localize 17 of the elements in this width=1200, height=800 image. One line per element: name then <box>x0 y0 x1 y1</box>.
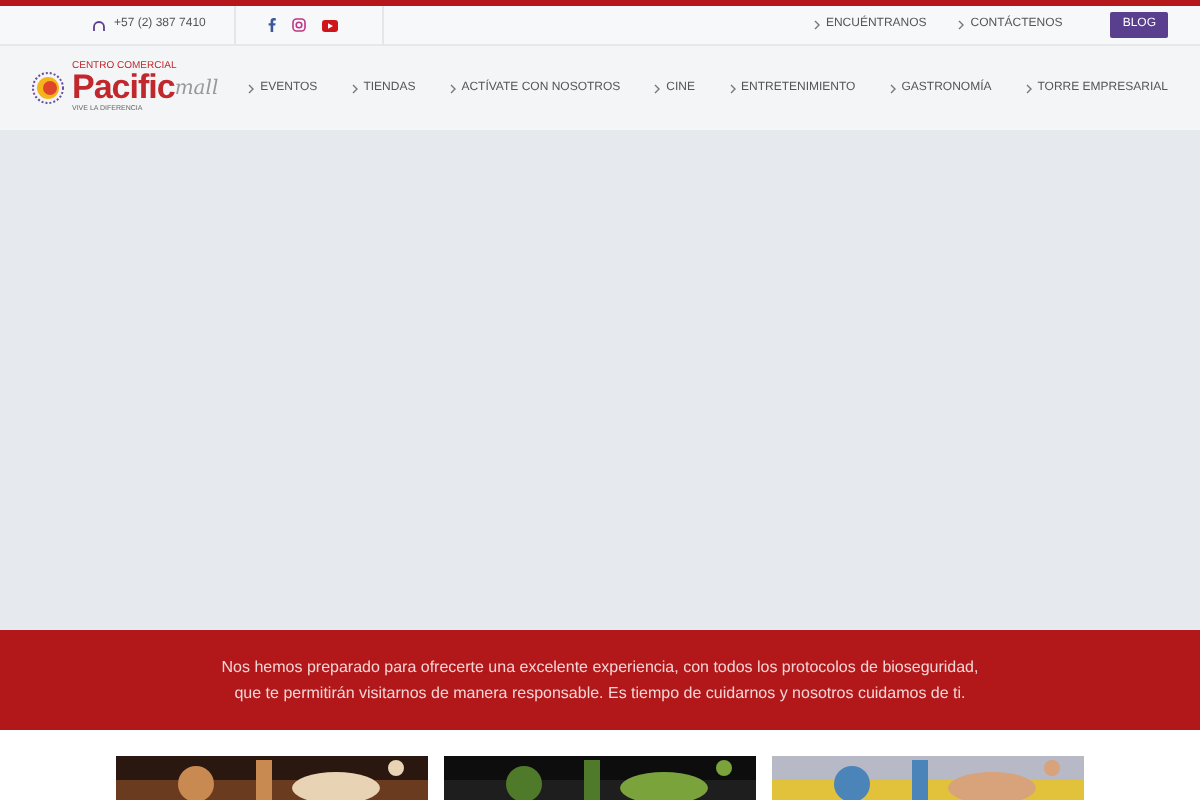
notice-text: Nos hemos preparado para ofrecerte una excelente experiencia, con todos los protocolos de bioseguridad, que te permitirán visitarnos de manera responsable. Es tiempo de cuidarnos y nosotros cuidamos de ti. <box>221 656 979 706</box>
logo-wordmark: Pacific <box>72 72 175 105</box>
chevron-icon <box>449 83 456 93</box>
facebook-icon[interactable] <box>267 18 276 32</box>
instagram-icon[interactable] <box>291 18 306 32</box>
chevron-icon <box>1025 83 1032 93</box>
video-play-icon[interactable] <box>321 19 338 31</box>
chevron-icon <box>889 83 896 93</box>
headphones-icon <box>92 19 106 31</box>
chevron-icon <box>248 83 255 93</box>
sun-logo-icon <box>32 72 64 104</box>
chevron-icon <box>351 83 358 93</box>
logo-script: mall <box>174 78 219 105</box>
chevron-icon <box>654 83 661 93</box>
chevron-icon <box>813 20 820 30</box>
chevron-icon <box>958 20 965 30</box>
chevron-icon <box>729 83 735 93</box>
